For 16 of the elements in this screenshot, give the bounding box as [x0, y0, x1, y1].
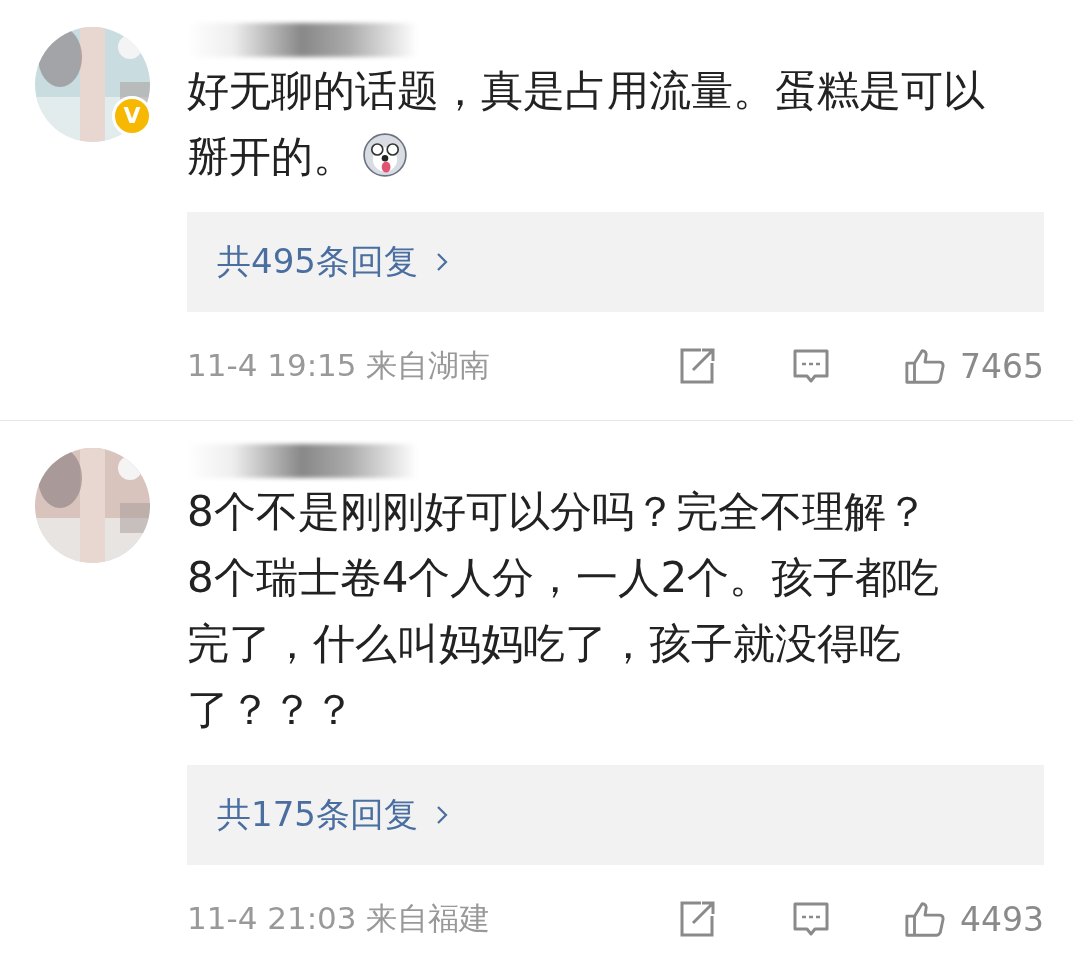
comment-text: 掰开的。 [187, 124, 407, 190]
replies-link[interactable]: 共175条回复 [187, 765, 1044, 865]
like-button[interactable]: 7465 [904, 346, 1044, 386]
comment-time: 11-4 19:15 来自湖南 [187, 346, 491, 385]
comment-text: 8个瑞士卷4个人分，一人2个。孩子都吃 [187, 552, 940, 604]
comment-text: 了？？？ [187, 684, 355, 736]
comment-text: 好无聊的话题，真是占用流量。蛋糕是可以 [187, 65, 985, 117]
comment-text: 完了，什么叫妈妈吃了，孩子就没得吃 [187, 618, 901, 670]
replies-link[interactable]: 共495条回复 [187, 212, 1044, 312]
chevron-right-icon [435, 805, 448, 825]
thumbs-up-icon [904, 346, 946, 386]
comment-time: 11-4 21:03 来自福建 [187, 899, 491, 938]
comment-text: 8个不是刚刚好可以分吗？完全不理解？ [187, 486, 928, 538]
thumbs-up-icon [904, 899, 946, 939]
like-button[interactable]: 4493 [904, 899, 1044, 939]
chevron-right-icon [435, 252, 448, 272]
